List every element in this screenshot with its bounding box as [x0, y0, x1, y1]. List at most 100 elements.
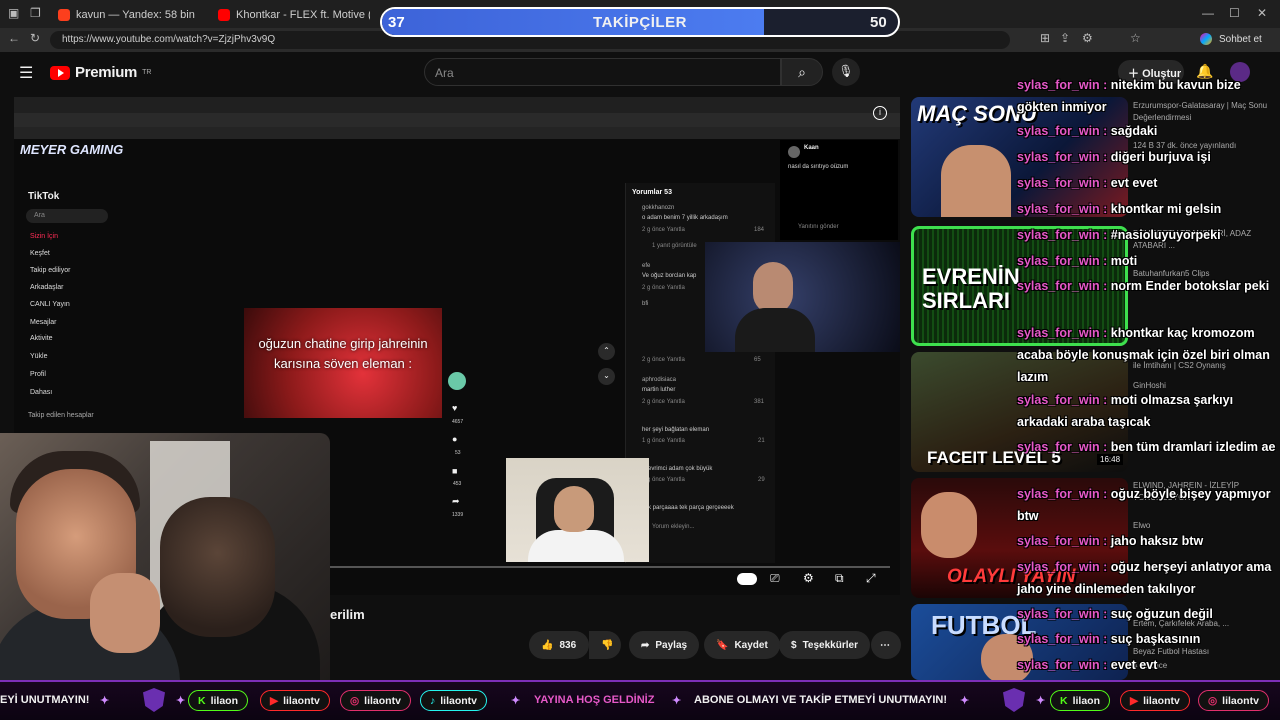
- tiktok-menu-item: CANLI Yayın: [30, 301, 70, 308]
- subtitles-icon[interactable]: ⎚: [770, 571, 780, 586]
- thumbs-down-icon: 👎: [601, 639, 614, 651]
- chat-text: suç oğuzun değil: [1110, 607, 1213, 621]
- youtube-icon: ▶: [270, 694, 279, 707]
- youtube-icon: ▶: [1130, 694, 1139, 707]
- chat-username: sylas_for_win: [1017, 560, 1100, 574]
- search-button[interactable]: ⌕: [781, 58, 823, 86]
- welcome-text: YAYINA HOŞ GELDİNİZ: [534, 694, 655, 706]
- chevron-down-icon: ⌄: [598, 368, 615, 385]
- tiktok-menu-item: Yükle: [30, 353, 48, 360]
- voice-search-button[interactable]: 🎙: [832, 58, 860, 86]
- settings-icon[interactable]: ⚙: [803, 571, 814, 585]
- sidebar-toggle-icon[interactable]: ▣: [8, 6, 19, 20]
- search-icon: ⌕: [798, 64, 806, 80]
- x-text: nasıl da sırıtıyo oüzum: [788, 164, 849, 170]
- sparkle-icon: ✦: [100, 695, 110, 707]
- instagram-icon: ◎: [1208, 694, 1218, 707]
- tab-group-icon[interactable]: ❐: [30, 6, 41, 20]
- back-icon[interactable]: ←: [8, 31, 20, 45]
- chat-label[interactable]: Sohbet et: [1219, 34, 1262, 45]
- x-post-panel: Kaan nasıl da sırıtıyo oüzum Yanıtını gö…: [780, 140, 898, 240]
- tiktok-avatar: [448, 372, 466, 390]
- streamer-body: [735, 308, 815, 352]
- extensions-icon[interactable]: ⚙: [1082, 31, 1093, 45]
- tiktok-menu-item: Keşfet: [30, 250, 50, 257]
- translate-icon[interactable]: ⊞: [1040, 31, 1050, 45]
- kick-handle: lilaon: [1072, 694, 1101, 707]
- copilot-icon[interactable]: [1200, 33, 1212, 45]
- chevron-up-icon: ⌃: [598, 343, 615, 360]
- sparkle-icon: ✦: [1036, 695, 1046, 707]
- chat-text: moti: [1110, 254, 1138, 268]
- share-arrow-icon: ➦: [641, 639, 650, 651]
- comment-user: gokkhanozn: [642, 205, 675, 211]
- chat-message: sylas_for_win : moti olmazsa şarkıyı ark…: [1017, 393, 1234, 429]
- chat-message: sylas_for_win : evet evt: [1017, 658, 1158, 672]
- comments-count: 53: [664, 189, 672, 196]
- bookmark-icon: 🔖: [716, 639, 729, 651]
- maximize-icon[interactable]: ☐: [1229, 6, 1240, 20]
- chat-message: sylas_for_win : evt evet: [1017, 176, 1158, 190]
- thumbnail-person: [941, 145, 1011, 217]
- inner-address-bar: [14, 113, 900, 127]
- chat-username: sylas_for_win: [1017, 78, 1100, 92]
- youtube-handle: lilaontv: [1143, 694, 1180, 707]
- sparkle-icon: ✦: [511, 695, 521, 707]
- follower-title: TAKİPÇİLER: [593, 14, 687, 31]
- chat-message: sylas_for_win : khontkar kaç kromozom ac…: [1017, 326, 1270, 384]
- chat-username: sylas_for_win: [1017, 393, 1100, 407]
- sparkle-icon: ✦: [960, 695, 970, 707]
- menu-icon[interactable]: ☰: [19, 63, 33, 83]
- streamer-hand: [90, 573, 160, 653]
- thumbnail-person: [921, 492, 977, 558]
- tiktok-menu-item: Aktivite: [30, 335, 53, 342]
- youtube-logo[interactable]: Premium TR: [50, 64, 151, 81]
- fullscreen-icon[interactable]: ⤢: [866, 571, 876, 586]
- instagram-handle: lilaontv: [364, 694, 401, 707]
- search-input[interactable]: Ara: [424, 58, 781, 86]
- chat-username: sylas_for_win: [1017, 202, 1100, 216]
- comments-title: Yorumlar 53: [632, 189, 770, 196]
- chat-message: sylas_for_win : #nasioluyuyorpeki: [1017, 228, 1221, 242]
- chat-message: sylas_for_win : jaho haksız btw: [1017, 534, 1204, 548]
- browser-tab[interactable]: kavun — Yandex: 58 bin sonuç bu ✕: [50, 4, 198, 26]
- inner-bookmarks-bar: [14, 127, 900, 139]
- comment-likes: 21: [758, 438, 765, 444]
- chat-username: sylas_for_win: [1017, 534, 1100, 548]
- like-count: 4657: [452, 419, 464, 425]
- inner-browser-tabs: [14, 97, 900, 113]
- tiktok-menu-item: Sizin İçin: [30, 233, 59, 240]
- chat-text: evt evet: [1110, 176, 1158, 190]
- reload-icon[interactable]: ↻: [30, 31, 40, 45]
- comment-text: martin luther: [642, 387, 676, 393]
- share-icon[interactable]: ⇪: [1060, 31, 1070, 45]
- chat-username: sylas_for_win: [1017, 487, 1100, 501]
- chat-text: jaho haksız btw: [1110, 534, 1204, 548]
- tiktok-search: Ara: [26, 209, 108, 223]
- autoplay-toggle[interactable]: [737, 573, 757, 585]
- save-button[interactable]: 🔖 Kaydet: [704, 631, 780, 659]
- chat-username: sylas_for_win: [1017, 326, 1100, 340]
- info-icon[interactable]: i: [873, 106, 887, 120]
- like-button[interactable]: 👍 836: [529, 631, 589, 659]
- yandex-icon: [58, 9, 70, 21]
- share-button[interactable]: ➦ Paylaş: [629, 631, 700, 659]
- tab-title: kavun — Yandex: 58 bin sonuç bu: [76, 9, 198, 21]
- chat-username: sylas_for_win: [1017, 254, 1100, 268]
- thanks-button[interactable]: $ Teşekkürler: [779, 631, 870, 659]
- bookmark-star-icon[interactable]: ☆: [1130, 31, 1141, 45]
- browser-tab[interactable]: Khontkar - FLEX ft. Motive (prod. b ✕: [210, 4, 370, 26]
- like-count: 836: [559, 639, 577, 651]
- chat-message: sylas_for_win : khontkar mi gelsin: [1017, 202, 1222, 216]
- miniplayer-icon[interactable]: ⧉: [835, 571, 844, 586]
- chat-message: sylas_for_win : suç oğuzun değil: [1017, 607, 1213, 621]
- comment-text: k parçaaaa tek parça gerçeeeek: [648, 505, 734, 511]
- video-progress-bar[interactable]: [330, 566, 890, 568]
- minimize-icon[interactable]: —: [1202, 6, 1214, 20]
- more-actions-button[interactable]: ⋯: [871, 631, 901, 659]
- chat-message: sylas_for_win : sağdaki: [1017, 124, 1158, 138]
- video-title: erilim: [330, 607, 365, 622]
- dislike-button[interactable]: 👎: [589, 631, 621, 659]
- window-close-icon[interactable]: ✕: [1257, 6, 1267, 20]
- chat-message: sylas_for_win : nitekim bu kavun bize gö…: [1017, 78, 1241, 114]
